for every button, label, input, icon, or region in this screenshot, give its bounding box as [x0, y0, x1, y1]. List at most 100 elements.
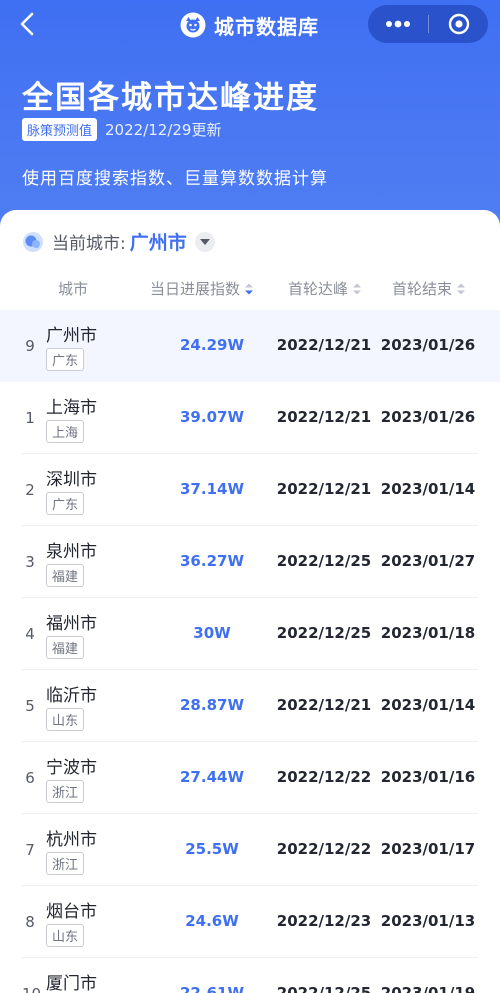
row-peak-date: 2022/12/22 — [276, 840, 372, 858]
city-table-card: 当前城市: 广州市 城市 当日进展指数 首轮达峰 首轮结束 9 广州市 广东 2… — [0, 210, 500, 993]
row-peak-date: 2022/12/21 — [276, 696, 372, 714]
row-index: 37.14W — [180, 480, 244, 498]
row-city: 福州市 — [46, 614, 97, 634]
table-row[interactable]: 6 宁波市 浙江 27.44W 2022/12/22 2023/01/16 — [0, 742, 500, 814]
row-end-date: 2023/01/13 — [380, 912, 476, 930]
table-row[interactable]: 1 上海市 上海 39.07W 2022/12/21 2023/01/26 — [0, 382, 500, 454]
table-row[interactable]: 4 福州市 福建 30W 2022/12/25 2023/01/18 — [0, 598, 500, 670]
header-peak-label: 首轮达峰 — [288, 280, 349, 298]
location-bubble-icon — [23, 231, 43, 252]
table-header: 城市 当日进展指数 首轮达峰 首轮结束 — [0, 274, 500, 304]
row-province-tag: 山东 — [46, 924, 85, 947]
app-header: 城市数据库 — [180, 8, 319, 42]
table-row[interactable]: 10 厦门市 福建 22.61W 2022/12/25 2023/01/19 — [0, 958, 500, 993]
app-title: 城市数据库 — [214, 14, 319, 39]
row-peak-date: 2022/12/21 — [276, 408, 372, 426]
table-row[interactable]: 5 临沂市 山东 28.87W 2022/12/21 2023/01/14 — [0, 670, 500, 742]
row-province-tag: 福建 — [46, 636, 85, 659]
row-rank: 2 — [25, 481, 35, 499]
page-title: 全国各城市达峰进度 — [22, 80, 319, 116]
top-navigation-bar: 城市数据库 — [0, 0, 500, 50]
row-province-tag: 浙江 — [46, 852, 85, 875]
row-end-date: 2023/01/27 — [380, 552, 476, 570]
header-index[interactable]: 当日进展指数 — [150, 278, 254, 299]
update-date: 2022/12/29更新 — [105, 121, 222, 139]
more-dots-icon[interactable] — [368, 5, 428, 43]
row-peak-date: 2022/12/25 — [276, 624, 372, 642]
update-meta: 脉策预测值 2022/12/29更新 — [22, 118, 221, 141]
table-row[interactable]: 9 广州市 广东 24.29W 2022/12/21 2023/01/26 — [0, 310, 500, 382]
row-city: 烟台市 — [46, 902, 97, 922]
header-end[interactable]: 首轮结束 — [392, 278, 466, 299]
row-province-tag: 广东 — [46, 348, 85, 371]
header-city-label: 城市 — [58, 280, 89, 298]
sort-icon — [353, 283, 362, 294]
row-province-tag: 广东 — [46, 492, 85, 515]
row-province-tag: 山东 — [46, 708, 85, 731]
row-rank: 10 — [22, 985, 41, 993]
data-source-note: 使用百度搜索指数、巨量算数数据计算 — [22, 169, 328, 189]
row-city: 上海市 — [46, 398, 97, 418]
row-end-date: 2023/01/26 — [380, 408, 476, 426]
header-peak[interactable]: 首轮达峰 — [288, 278, 362, 299]
row-index: 36.27W — [180, 552, 244, 570]
row-province-tag: 上海 — [46, 420, 85, 443]
sort-desc-icon — [245, 283, 254, 294]
row-end-date: 2023/01/17 — [380, 840, 476, 858]
row-city: 泉州市 — [46, 542, 97, 562]
header-index-label: 当日进展指数 — [150, 280, 241, 298]
row-rank: 9 — [25, 337, 35, 355]
row-peak-date: 2022/12/22 — [276, 768, 372, 786]
row-rank: 6 — [25, 769, 35, 787]
row-index: 28.87W — [180, 696, 244, 714]
row-end-date: 2023/01/16 — [380, 768, 476, 786]
mini-program-capsule — [368, 5, 488, 43]
current-city-label: 当前城市: — [52, 234, 126, 254]
row-city: 杭州市 — [46, 830, 97, 850]
row-peak-date: 2022/12/21 — [276, 480, 372, 498]
city-selector[interactable]: 当前城市: 广州市 — [22, 228, 215, 255]
row-index: 27.44W — [180, 768, 244, 786]
row-index: 25.5W — [185, 840, 239, 858]
cat-logo-icon — [180, 12, 206, 38]
sort-icon — [457, 283, 466, 294]
row-rank: 8 — [25, 913, 35, 931]
row-city: 深圳市 — [46, 470, 97, 490]
table-row[interactable]: 7 杭州市 浙江 25.5W 2022/12/22 2023/01/17 — [0, 814, 500, 886]
row-rank: 4 — [25, 625, 35, 643]
row-city: 广州市 — [46, 326, 97, 346]
row-peak-date: 2022/12/25 — [276, 984, 372, 993]
row-index: 24.29W — [180, 336, 244, 354]
header-end-label: 首轮结束 — [392, 280, 453, 298]
row-city: 临沂市 — [46, 686, 97, 706]
row-province-tag: 浙江 — [46, 780, 85, 803]
row-end-date: 2023/01/18 — [380, 624, 476, 642]
row-rank: 1 — [25, 409, 35, 427]
row-index: 30W — [193, 624, 231, 642]
target-icon[interactable] — [429, 5, 488, 43]
prediction-badge: 脉策预测值 — [22, 118, 98, 141]
current-city-value[interactable]: 广州市 — [130, 228, 187, 255]
row-end-date: 2023/01/14 — [380, 480, 476, 498]
row-index: 24.6W — [185, 912, 239, 930]
row-index: 22.61W — [180, 984, 244, 993]
table-row[interactable]: 8 烟台市 山东 24.6W 2022/12/23 2023/01/13 — [0, 886, 500, 958]
row-city: 厦门市 — [46, 974, 97, 993]
row-rank: 7 — [25, 841, 35, 859]
header-city: 城市 — [58, 278, 88, 299]
row-rank: 5 — [25, 697, 35, 715]
table-row[interactable]: 3 泉州市 福建 36.27W 2022/12/25 2023/01/27 — [0, 526, 500, 598]
chevron-left-icon[interactable] — [14, 10, 42, 38]
row-city: 宁波市 — [46, 758, 97, 778]
row-province-tag: 福建 — [46, 564, 85, 587]
row-end-date: 2023/01/19 — [380, 984, 476, 993]
row-rank: 3 — [25, 553, 35, 571]
hero-banner: 城市数据库 全国各城市达峰进度 脉策预测值 2022/12/29更新 使用百度搜… — [0, 0, 500, 232]
row-peak-date: 2022/12/23 — [276, 912, 372, 930]
row-peak-date: 2022/12/25 — [276, 552, 372, 570]
row-end-date: 2023/01/26 — [380, 336, 476, 354]
caret-down-icon[interactable] — [194, 231, 215, 252]
row-end-date: 2023/01/14 — [380, 696, 476, 714]
row-peak-date: 2022/12/21 — [276, 336, 372, 354]
table-row[interactable]: 2 深圳市 广东 37.14W 2022/12/21 2023/01/14 — [0, 454, 500, 526]
